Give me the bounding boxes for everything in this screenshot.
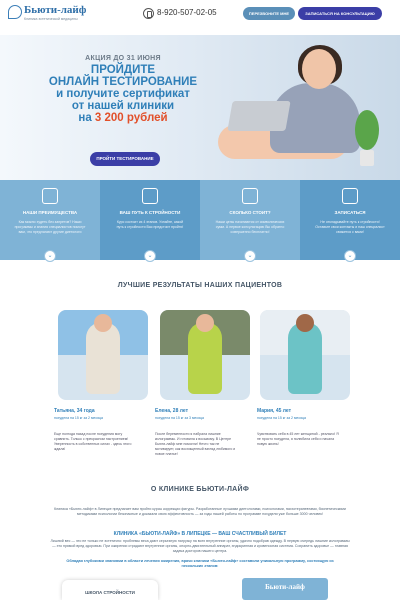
logo-tagline: Клиника эстетической медицины — [24, 17, 78, 21]
feature-advantages[interactable]: НАШИ ПРЕИМУЩЕСТВА Как можно худеть без з… — [0, 180, 100, 262]
laptop-image — [227, 101, 291, 131]
phone-number: 8-920-507-02-05 — [157, 8, 217, 17]
callback-button[interactable]: ПЕРЕЗВОНИТЕ МНЕ — [243, 7, 295, 20]
logo-icon — [8, 5, 22, 19]
promo-deadline: АКЦИЯ ДО 31 ИЮНЯ — [85, 55, 161, 62]
results-heading: ЛУЧШИЕ РЕЗУЛЬТАТЫ НАШИХ ПАЦИЕНТОВ — [117, 282, 283, 289]
feature-text: Наши цены начинаются от символических су… — [215, 220, 285, 234]
hero-banner: АКЦИЯ ДО 31 ИЮНЯ ПРОЙДИТЕ ОНЛАЙН ТЕСТИРО… — [0, 35, 400, 180]
case-text: Еще полгода назад после похудения могу с… — [54, 432, 132, 451]
wallet-icon — [242, 188, 258, 204]
case-text: Чувствовать себя в 45 лет женщиной - реа… — [257, 432, 339, 446]
about-paragraph: Лишний вес — это не только не эстетично:… — [50, 539, 350, 553]
promo-line-1: ПРОЙДИТЕ — [90, 64, 156, 76]
consultation-button[interactable]: ЗАПИСАТЬСЯ НА КОНСУЛЬТАЦИЮ — [298, 7, 382, 20]
plant-image — [355, 110, 379, 150]
promo-line-2: ОНЛАЙН ТЕСТИРОВАНИЕ — [48, 76, 198, 88]
promo-line-3: и получите сертификат — [56, 88, 190, 100]
form-icon — [342, 188, 358, 204]
case-name: Мария, 45 лет — [257, 408, 292, 414]
case-text: После беременности я набрала лишние кило… — [155, 432, 236, 456]
case-result: похудела на 15 кг за 3 месяца — [155, 416, 204, 420]
case-result: похудела на 15 кг за 2 месяца — [257, 416, 306, 420]
case-result: похудела на 15 кг за 2 месяца — [54, 416, 103, 420]
promo-prefix: на — [78, 112, 92, 124]
site-header: Бьюти-лайф Клиника эстетической медицины… — [0, 0, 400, 32]
take-test-button[interactable]: ПРОЙТИ ТЕСТИРОВАНИЕ — [90, 152, 160, 166]
features-strip: НАШИ ПРЕИМУЩЕСТВА Как можно худеть без з… — [0, 180, 400, 262]
case-photo — [260, 310, 350, 400]
about-paragraph: Клиника «Бьюти-лайф» в Липецке предлагае… — [54, 507, 346, 516]
chevron-down-icon[interactable]: ⌄ — [344, 250, 356, 262]
school-label: ШКОЛА СТРОЙНОСТИ — [85, 590, 135, 595]
case-photo — [160, 310, 250, 400]
case-photo — [58, 310, 148, 400]
case-name: Елена, 28 лет — [155, 408, 189, 414]
school-card[interactable]: ШКОЛА СТРОЙНОСТИ — [62, 580, 158, 600]
badge-icon — [42, 188, 58, 204]
feature-price[interactable]: СКОЛЬКО СТОИТ? Наши цены начинаются от с… — [200, 180, 300, 262]
clinic-promo-image: Бьюти-лайф — [242, 578, 328, 600]
chevron-down-icon[interactable]: ⌄ — [144, 250, 156, 262]
feature-signup[interactable]: ЗАПИСАТЬСЯ Не откладывайте путь к стройн… — [300, 180, 400, 262]
feature-text: Не откладывайте путь к стройности! Остав… — [315, 220, 385, 234]
about-heading: О КЛИНИКЕ БЬЮТИ-ЛАЙФ — [150, 486, 250, 493]
about-highlight: Обладая глубокими знаниями в области леч… — [66, 559, 334, 568]
feature-title: НАШИ ПРЕИМУЩЕСТВА — [22, 210, 78, 215]
feature-title: ЗАПИСАТЬСЯ — [334, 210, 366, 215]
hero-promo: АКЦИЯ ДО 31 ИЮНЯ ПРОЙДИТЕ ОНЛАЙН ТЕСТИРО… — [48, 55, 198, 124]
slider-dots — [190, 172, 208, 180]
feature-text: Курс состоит из 4 этапов. Узнайте, какой… — [116, 220, 184, 229]
feature-title: СКОЛЬКО СТОИТ? — [229, 210, 271, 215]
chevron-down-icon[interactable]: ⌄ — [244, 250, 256, 262]
promo-line-5: на 3 200 рублей — [48, 112, 198, 124]
phone-icon — [143, 8, 154, 19]
map-pin-icon — [142, 188, 158, 204]
feature-text: Как можно худеть без запретов? Наши прог… — [14, 220, 86, 234]
promo-image-text: Бьюти-лайф — [265, 583, 305, 591]
about-subheading: КЛИНИКА «БЬЮТИ-ЛАЙФ» В ЛИПЕЦКЕ — ВАШ СЧА… — [113, 531, 287, 537]
hero-photo — [210, 45, 370, 180]
promo-line-4: от нашей клиники — [71, 100, 175, 112]
case-name: Татьяна, 34 года — [54, 408, 95, 414]
chevron-down-icon[interactable]: ⌄ — [44, 250, 56, 262]
logo[interactable]: Бьюти-лайф Клиника эстетической медицины — [8, 4, 108, 28]
logo-name: Бьюти-лайф — [24, 4, 87, 16]
feature-path[interactable]: ВАШ ПУТЬ К СТРОЙНОСТИ Курс состоит из 4 … — [100, 180, 200, 262]
promo-price: 3 200 рублей — [94, 112, 168, 124]
feature-title: ВАШ ПУТЬ К СТРОЙНОСТИ — [119, 210, 181, 215]
